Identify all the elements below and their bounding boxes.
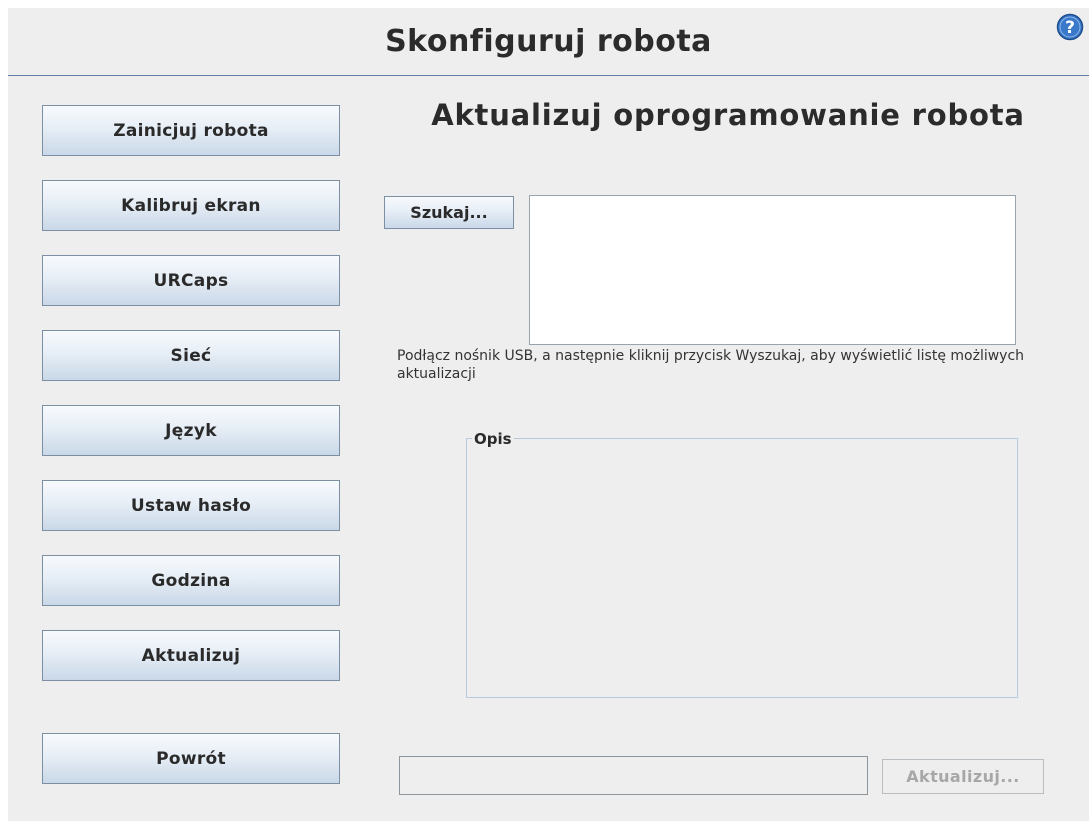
sidebar-item-password[interactable]: Ustaw hasło (42, 480, 340, 531)
back-button[interactable]: Powrót (42, 733, 340, 784)
update-button: Aktualizuj... (882, 759, 1044, 794)
sidebar-item-time[interactable]: Godzina (42, 555, 340, 606)
sidebar-item-update[interactable]: Aktualizuj (42, 630, 340, 681)
page-title: Aktualizuj oprogramowanie robota (431, 98, 1025, 132)
help-icon[interactable]: ? (1056, 13, 1084, 41)
search-button[interactable]: Szukaj... (384, 196, 514, 229)
svg-text:?: ? (1065, 18, 1075, 38)
update-list[interactable] (529, 195, 1016, 345)
description-panel (466, 438, 1018, 698)
app-window: Skonfiguruj robota ? Zainicjuj robota Ka… (8, 8, 1089, 821)
header: Skonfiguruj robota ? (8, 8, 1089, 76)
update-progress-bar (399, 756, 868, 795)
header-title: Skonfiguruj robota (385, 24, 712, 59)
sidebar-item-calibrate[interactable]: Kalibruj ekran (42, 180, 340, 231)
description-legend: Opis (472, 430, 514, 448)
sidebar-item-language[interactable]: Język (42, 405, 340, 456)
sidebar-item-init-robot[interactable]: Zainicjuj robota (42, 105, 340, 156)
sidebar-item-urcaps[interactable]: URCaps (42, 255, 340, 306)
usb-hint-text: Podłącz nośnik USB, a następnie kliknij … (397, 348, 1025, 382)
sidebar-item-network[interactable]: Sieć (42, 330, 340, 381)
